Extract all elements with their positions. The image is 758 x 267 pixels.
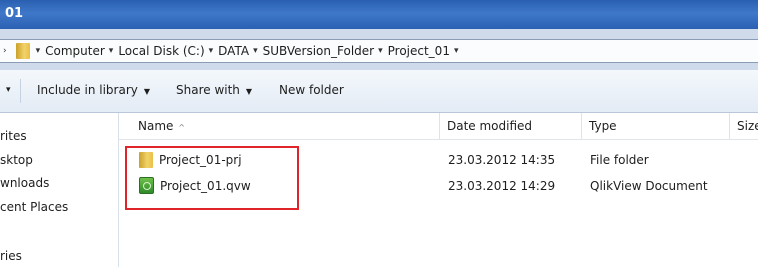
file-type: File folder (590, 153, 649, 167)
column-size-label: Size (737, 119, 758, 133)
file-type: QlikView Document (590, 179, 708, 193)
column-header-type[interactable]: Type (582, 113, 730, 139)
window-title: 01 (5, 6, 24, 21)
include-in-library-button[interactable]: Include in library ▼ (37, 83, 150, 97)
nav-item-desktop[interactable]: sktop (0, 153, 33, 167)
nav-item-recent-places[interactable]: cent Places (0, 200, 68, 214)
address-bar[interactable]: › ▾ Computer ▾ Local Disk (C:) ▾ DATA ▾ … (0, 39, 758, 63)
nav-item-libraries[interactable]: ries (0, 249, 22, 263)
column-header-date-modified[interactable]: Date modified (440, 113, 582, 139)
column-date-label: Date modified (447, 119, 533, 133)
new-folder-button[interactable]: New folder (279, 83, 344, 97)
breadcrumb-subversion-folder[interactable]: SUBVersion_Folder (263, 44, 374, 58)
chevron-down-icon[interactable]: ▾ (36, 46, 41, 56)
chevron-down-icon[interactable]: ▾ (253, 46, 258, 56)
window-title-bar: 01 (0, 0, 758, 29)
folder-icon (15, 43, 30, 59)
column-header-size[interactable]: Size (730, 113, 758, 139)
highlight-annotation-box (125, 146, 299, 210)
command-toolbar: ▾ Include in library ▼ Share with ▼ New fo… (0, 70, 758, 113)
address-bar-row: › ▾ Computer ▾ Local Disk (C:) ▾ DATA ▾ … (0, 29, 758, 70)
breadcrumb-project[interactable]: Project_01 (388, 44, 450, 58)
file-date: 23.03.2012 14:35 (448, 153, 556, 167)
breadcrumb-computer[interactable]: Computer (45, 44, 105, 58)
share-with-label: Share with (176, 83, 240, 97)
column-name-label: Name (138, 119, 174, 133)
navigation-pane: rites sktop wnloads cent Places ries (0, 113, 119, 267)
sort-ascending-icon: ^ (178, 123, 186, 132)
chevron-down-icon[interactable]: ▾ (378, 46, 383, 56)
breadcrumb-data[interactable]: DATA (218, 44, 249, 58)
chevron-down-icon[interactable]: ▾ (209, 46, 214, 56)
breadcrumb-local-disk[interactable]: Local Disk (C:) (118, 44, 204, 58)
back-chevron-icon[interactable]: › (3, 46, 7, 56)
share-with-button[interactable]: Share with ▼ (176, 83, 252, 97)
breadcrumb: › ▾ Computer ▾ Local Disk (C:) ▾ DATA ▾ … (0, 40, 463, 62)
chevron-down-icon: ▼ (143, 87, 151, 96)
column-header-name[interactable]: Name ^ (119, 113, 440, 139)
include-in-library-label: Include in library (37, 83, 138, 97)
file-date: 23.03.2012 14:29 (448, 179, 556, 193)
nav-item-favorites[interactable]: rites (0, 129, 27, 143)
toolbar-divider (20, 79, 21, 103)
column-type-label: Type (589, 119, 617, 133)
organize-dropdown-icon[interactable]: ▾ (6, 85, 11, 95)
nav-item-downloads[interactable]: wnloads (0, 176, 49, 190)
chevron-down-icon: ▼ (245, 87, 253, 96)
chevron-down-icon[interactable]: ▾ (454, 46, 459, 56)
file-list-header: Name ^ Date modified Type Size (119, 113, 758, 140)
chevron-down-icon[interactable]: ▾ (109, 46, 114, 56)
